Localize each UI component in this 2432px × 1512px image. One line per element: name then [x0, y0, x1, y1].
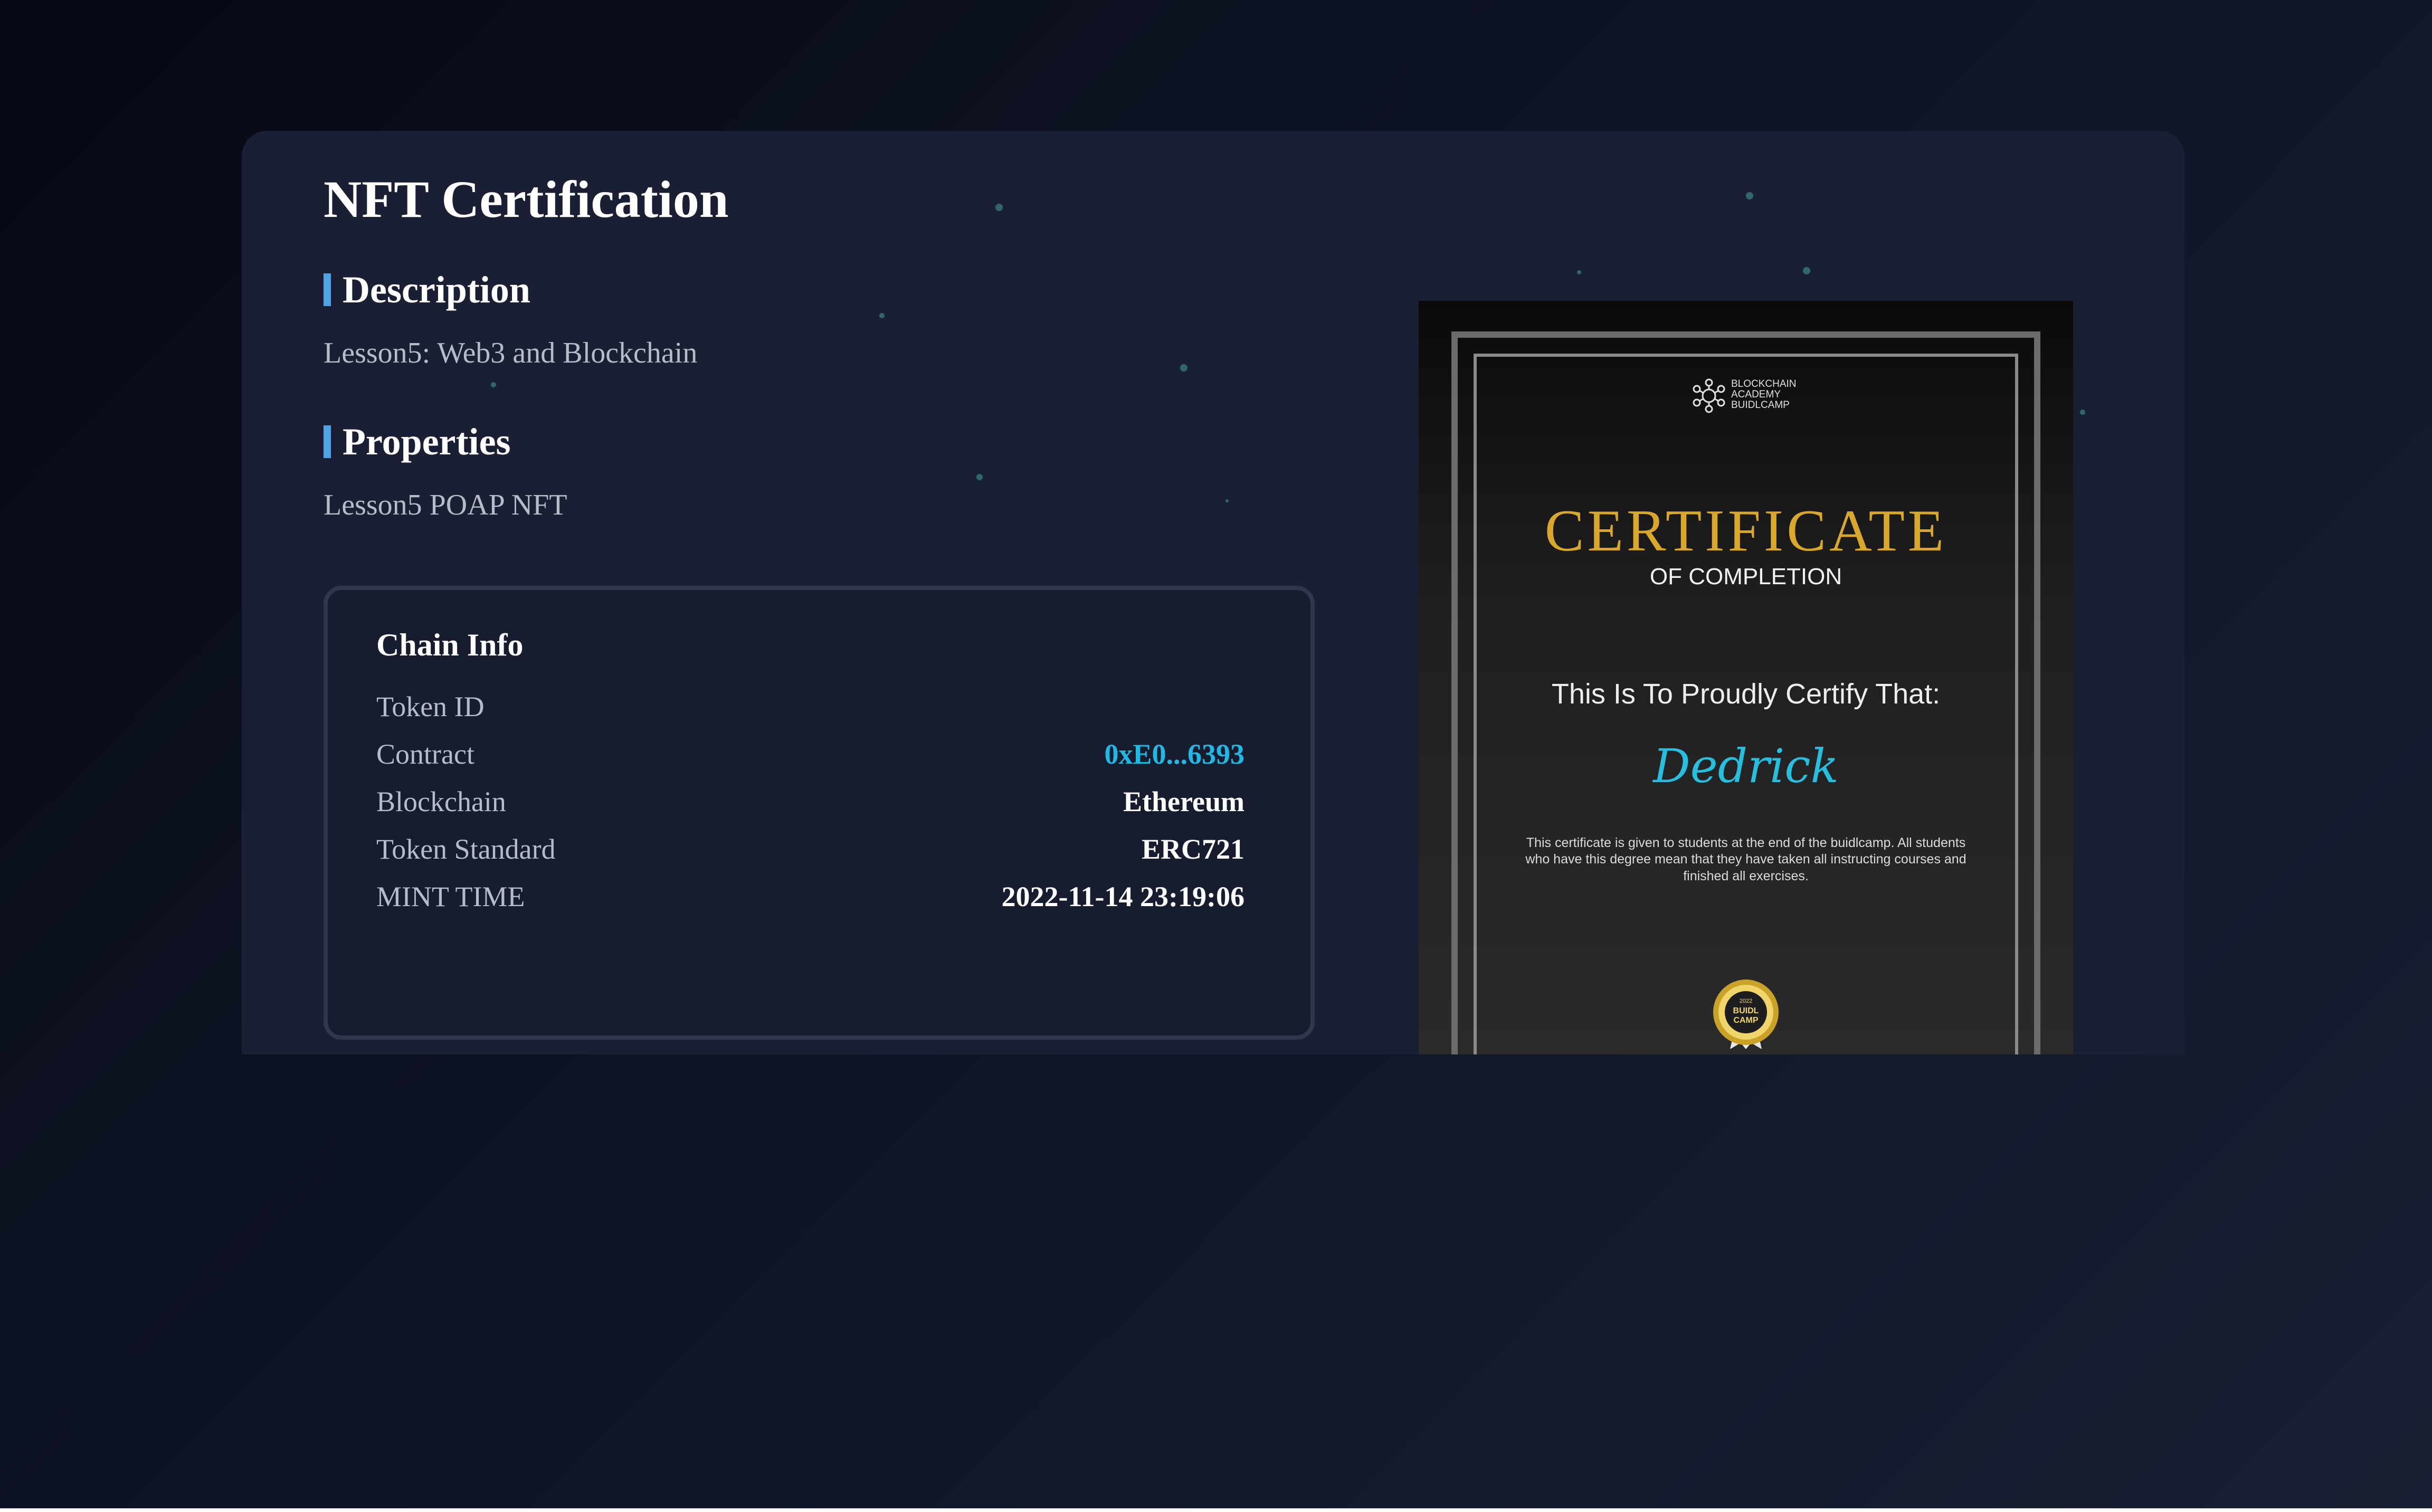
blockchain-label: Blockchain: [376, 786, 506, 817]
particle-dot: [1577, 270, 1581, 274]
logo-text-line: BLOCKCHAIN: [1731, 378, 1797, 389]
logo-text-line: BUIDLCAMP: [1731, 399, 1790, 411]
chain-row-contract: Contract 0xE0...6393: [376, 738, 1244, 775]
blockchain-academy-logo-icon: [1693, 378, 1725, 413]
chain-row-blockchain: Blockchain Ethereum: [376, 785, 1244, 822]
seal-camp-text: CAMP: [1733, 1016, 1758, 1025]
properties-text: Lesson5 POAP NFT: [324, 489, 567, 521]
certificate-body-text: This certificate is given to students at…: [1525, 835, 1966, 883]
particle-dot: [1803, 267, 1810, 274]
buidlcamp-seal-icon: 2022 BUIDL CAMP: [1713, 980, 1779, 1049]
page-title: NFT Certification: [324, 170, 729, 229]
mint-time-label: MINT TIME: [376, 881, 525, 912]
mint-time-value: 2022-11-14 23:19:06: [1001, 881, 1244, 912]
chain-row-token-id: Token ID: [376, 690, 1244, 727]
certificate-subtitle: OF COMPLETION: [1649, 564, 1842, 589]
nft-detail-card: NFT Certification Description Lesson5: W…: [242, 131, 2184, 1054]
certificate-image[interactable]: BLOCKCHAIN ACADEMY BUIDLCAMP CERTIFICATE…: [1419, 301, 2073, 1054]
particle-dot: [1226, 499, 1229, 502]
particle-dot: [995, 204, 1003, 211]
blockchain-value: Ethereum: [1123, 786, 1244, 817]
chain-row-mint-time: MINT TIME 2022-11-14 23:19:06: [376, 880, 1244, 917]
bottom-strip: [0, 1508, 2432, 1512]
particle-dot: [1746, 192, 1753, 199]
token-id-label: Token ID: [376, 691, 484, 722]
description-heading: Description: [324, 269, 530, 311]
chain-row-token-standard: Token Standard ERC721: [376, 833, 1244, 870]
description-text: Lesson5: Web3 and Blockchain: [324, 337, 698, 369]
certificate-title: CERTIFICATE: [1544, 498, 1948, 564]
particle-dot: [1180, 364, 1188, 372]
properties-heading: Properties: [324, 421, 511, 463]
particle-dot: [2080, 410, 2085, 415]
particle-dot: [976, 474, 983, 480]
contract-address-link[interactable]: 0xE0...6393: [1104, 738, 1244, 771]
token-standard-label: Token Standard: [376, 833, 556, 865]
contract-label: Contract: [376, 738, 474, 770]
token-standard-value: ERC721: [1141, 833, 1244, 865]
seal-year-text: 2022: [1740, 998, 1752, 1004]
certificate-logo-text: BLOCKCHAIN ACADEMY BUIDLCAMP: [1731, 379, 1837, 411]
chain-info-panel: Chain Info Token ID Contract 0xE0...6393…: [324, 586, 1315, 1040]
logo-text-line: ACADEMY: [1731, 388, 1781, 400]
certificate-certify-line: This Is To Proudly Certify That:: [1551, 678, 1941, 710]
seal-buidl-text: BUIDL: [1733, 1006, 1759, 1015]
particle-dot: [879, 313, 885, 318]
chain-info-title: Chain Info: [376, 627, 524, 662]
certificate-recipient-name: Dedrick: [1653, 739, 1839, 793]
particle-dot: [491, 382, 496, 387]
